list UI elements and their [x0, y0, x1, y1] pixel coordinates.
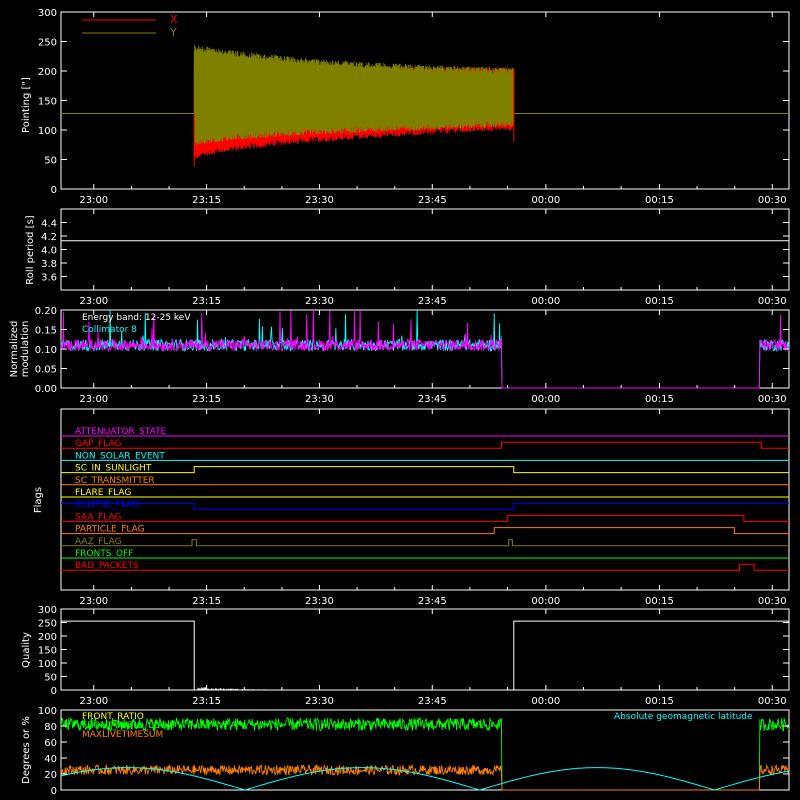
y-tick-label: 40 — [44, 754, 57, 765]
x-tick-label: 23:30 — [305, 696, 334, 707]
flag-label-particle-flag: PARTICLE_FLAG — [75, 525, 145, 535]
energy-band-annotation: Energy band: 12-25 keV — [82, 313, 191, 323]
x-tick-label: 00:30 — [758, 394, 787, 405]
flag-label-fronts-off: FRONTS_OFF — [75, 549, 133, 559]
y-tick-label: 100 — [38, 126, 57, 137]
y-tick-label: 0 — [51, 185, 57, 196]
x-tick-label: 23:45 — [418, 696, 447, 707]
y-tick-label: 300 — [38, 8, 57, 19]
y-tick-label: 80 — [44, 722, 57, 733]
x-tick-label: 23:15 — [192, 394, 221, 405]
y-tick-label: 100 — [38, 706, 57, 717]
x-tick-label: 00:30 — [758, 296, 787, 307]
pointing-y-label: Pointing ["] — [21, 77, 32, 133]
y-tick-label: 4.4 — [41, 219, 57, 230]
y-tick-label: 0 — [51, 786, 57, 797]
y-tick-label: 60 — [44, 738, 57, 749]
y-tick-label: 0.05 — [35, 365, 57, 376]
flag-label-eclipse-flag: ECLIPSE_FLAG — [75, 500, 139, 510]
y-tick-label: 250 — [38, 38, 57, 49]
y-tick-label: 200 — [38, 632, 57, 643]
flag-label-saa-flag: SAA_FLAG — [75, 512, 121, 522]
y-tick-label: 0 — [51, 686, 57, 697]
x-tick-label: 23:00 — [79, 596, 108, 607]
x-tick-label: 23:15 — [192, 596, 221, 607]
x-tick-label: 23:45 — [418, 195, 447, 206]
y-tick-label: 3.6 — [41, 273, 57, 284]
legend-y-label: Y — [169, 26, 177, 39]
x-tick-label: 00:00 — [531, 696, 560, 707]
y-tick-label: 150 — [38, 97, 57, 108]
x-tick-label: 00:30 — [758, 195, 787, 206]
flag-label-attenuator-state: ATTENUATOR_STATE — [75, 427, 167, 437]
x-tick-label: 00:00 — [531, 195, 560, 206]
legend-maxlivetimesum: MAXLIVETIMESUM — [82, 730, 163, 740]
x-tick-label: 00:30 — [758, 696, 787, 707]
ratio-y-label: Degrees or % — [21, 716, 32, 784]
x-tick-label: 00:15 — [645, 696, 674, 707]
y-tick-label: 50 — [44, 673, 57, 684]
flag-label-sc-transmitter: SC_TRANSMITTER — [75, 476, 155, 486]
x-tick-label: 00:30 — [758, 596, 787, 607]
x-tick-label: 23:45 — [418, 296, 447, 307]
geomagnetic-latitude-label: Absolute geomagnetic latitude — [614, 712, 753, 722]
legend-x-label: X — [170, 13, 178, 26]
modulation-y-label-1: Normalized — [9, 321, 20, 378]
flag-label-non-solar-event: NON_SOLAR_EVENT — [75, 451, 165, 461]
flag-label-bad-packets: BAD_PACKETS — [75, 561, 139, 571]
y-tick-label: 100 — [38, 659, 57, 670]
y-tick-label: 0.00 — [35, 384, 57, 395]
y-tick-label: 250 — [38, 619, 57, 630]
quality-y-label: Quality — [21, 632, 32, 668]
y-tick-label: 0.10 — [35, 345, 57, 356]
flags-y-label: Flags — [33, 487, 44, 513]
y-tick-label: 0.15 — [35, 326, 57, 337]
y-tick-label: 300 — [38, 605, 57, 616]
flag-label-aaz-flag: AAZ_FLAG — [75, 537, 122, 547]
y-tick-label: 3.8 — [41, 259, 57, 270]
y-tick-label: 4.0 — [41, 246, 57, 257]
flag-label-flare-flag: FLARE_FLAG — [75, 488, 131, 498]
x-tick-label: 00:15 — [645, 195, 674, 206]
x-tick-label: 23:30 — [305, 596, 334, 607]
hessi-observing-summary: 050100150200250300 23:00 23:15 23:30 23:45 0… — [0, 0, 800, 800]
y-tick-label: 20 — [44, 770, 57, 781]
x-tick-label: 23:30 — [305, 296, 334, 307]
x-tick-label: 23:30 — [305, 394, 334, 405]
x-tick-label: 00:15 — [645, 394, 674, 405]
x-tick-label: 00:15 — [645, 596, 674, 607]
y-tick-label: 150 — [38, 646, 57, 657]
x-tick-label: 23:45 — [418, 394, 447, 405]
x-tick-label: 23:00 — [79, 195, 108, 206]
x-tick-label: 23:15 — [192, 296, 221, 307]
y-tick-label: 200 — [38, 67, 57, 78]
x-tick-label: 23:00 — [79, 296, 108, 307]
x-tick-label: 23:30 — [305, 195, 334, 206]
roll-y-label: Roll period [s] — [25, 215, 36, 284]
x-tick-label: 00:00 — [531, 596, 560, 607]
x-tick-label: 23:15 — [192, 696, 221, 707]
x-tick-label: 00:00 — [531, 394, 560, 405]
x-tick-label: 23:00 — [79, 696, 108, 707]
flag-label-gap-flag: GAP_FLAG — [75, 439, 121, 449]
x-tick-label: 00:00 — [531, 296, 560, 307]
flag-label-sc-in-sunlight: SC_IN_SUNLIGHT — [75, 464, 152, 474]
collimator-annotation: Collimator 8 — [82, 325, 137, 335]
x-tick-label: 23:15 — [192, 195, 221, 206]
x-tick-label: 00:15 — [645, 296, 674, 307]
x-tick-label: 23:45 — [418, 596, 447, 607]
modulation-y-label-2: modulation — [20, 321, 31, 378]
y-tick-label: 0.20 — [35, 306, 57, 317]
y-tick-label: 4.2 — [41, 232, 57, 243]
x-tick-label: 23:00 — [79, 394, 108, 405]
y-tick-label: 50 — [44, 156, 57, 167]
